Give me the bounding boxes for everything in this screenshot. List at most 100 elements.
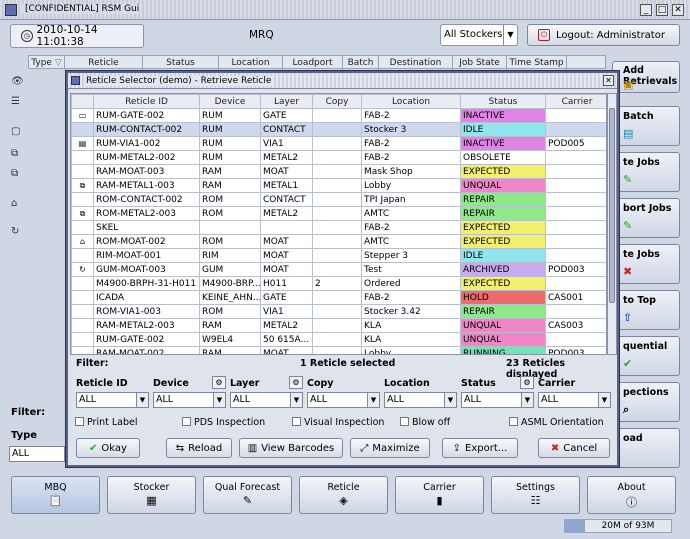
- duplicate-icon[interactable]: ⧉: [11, 168, 18, 179]
- dialog-close-icon[interactable]: ✕: [603, 75, 614, 86]
- nav-carrier-button[interactable]: Carrier ▮: [395, 476, 484, 514]
- maximize-button[interactable]: ⤢ Maximize: [350, 438, 430, 458]
- table-row[interactable]: ROM-CONTACT-002 ROM CONTACT TPI Japan REPAIR: [71, 192, 606, 207]
- nav-reticle-button[interactable]: Reticle ◈: [299, 476, 388, 514]
- reticle-id-cell: RUM-VIA1-002: [93, 136, 200, 151]
- refresh-icon[interactable]: ↻: [11, 226, 19, 237]
- status-filter-value: ALL: [464, 394, 482, 405]
- carrier-cell: [545, 234, 606, 249]
- table-row[interactable]: ⧉ ROM-METAL2-003 ROM METAL2 AMTC REPAIR: [71, 206, 606, 221]
- location-filter-select[interactable]: ALL ▼: [384, 392, 457, 408]
- col-carrier[interactable]: Carrier: [545, 94, 606, 109]
- bg-col-location[interactable]: Location: [219, 56, 283, 70]
- reticle-id-filter-select[interactable]: ALL ▼: [76, 392, 149, 408]
- carrier-filter-select[interactable]: ALL ▼: [538, 392, 611, 408]
- layer-filter-select[interactable]: ALL ▼: [230, 392, 303, 408]
- table-row[interactable]: RIM-MOAT-001 RIM MOAT Stepper 3 IDLE: [71, 248, 606, 263]
- bg-col-reticle[interactable]: Reticle: [65, 56, 143, 70]
- reticle-id-cell: RUM-GATE-002: [93, 332, 200, 347]
- bg-col-destination[interactable]: Destination: [379, 56, 453, 70]
- batch-button[interactable]: Batch ▤: [612, 106, 680, 146]
- bg-col-status[interactable]: Status: [143, 56, 219, 70]
- blow-off-checkbox[interactable]: Blow off: [400, 417, 450, 428]
- copy-cell: [312, 332, 362, 347]
- minimize-icon[interactable]: _: [640, 4, 652, 16]
- layer-filter-options-icon[interactable]: ⚙: [289, 376, 303, 389]
- maximize-icon[interactable]: □: [656, 4, 668, 16]
- stocker-filter-select[interactable]: All Stockers ▼: [440, 24, 518, 46]
- table-row[interactable]: ▭ RUM-GATE-002 RUM GATE FAB-2 INACTIVE: [71, 108, 606, 123]
- bg-col-type[interactable]: Type ▽: [29, 56, 65, 70]
- visual-inspection-checkbox[interactable]: Visual Inspection: [292, 417, 384, 428]
- eye-icon[interactable]: 👁: [11, 76, 24, 87]
- blank-icon[interactable]: ▢: [11, 126, 20, 137]
- abort-jobs-button[interactable]: bort Jobs ✎: [612, 198, 680, 238]
- nav-about-button[interactable]: About ⓘ: [587, 476, 676, 514]
- move-to-top-button[interactable]: to Top ⇧: [612, 290, 680, 330]
- device-filter-select[interactable]: ALL ▼: [153, 392, 226, 408]
- status-cell: OBSOLETE: [460, 150, 546, 165]
- cancel-button[interactable]: ✖ Cancel: [538, 438, 610, 458]
- list-icon[interactable]: ☰: [11, 96, 20, 107]
- device-filter-options-icon[interactable]: ⚙: [212, 376, 226, 389]
- scrollbar-thumb[interactable]: [609, 108, 615, 303]
- nav-settings-button[interactable]: Settings ☷: [491, 476, 580, 514]
- table-row[interactable]: SKEL FAB-2 EXPECTED: [71, 220, 606, 235]
- print-label-checkbox[interactable]: Print Label: [75, 417, 138, 428]
- close-icon[interactable]: ✕: [672, 4, 684, 16]
- logout-button[interactable]: ⏻ Logout: Administrator: [527, 24, 680, 46]
- okay-button[interactable]: ✔ Okay: [76, 438, 140, 458]
- table-row[interactable]: RAM-MOAT-002 RAM MOAT Lobby RUNNING POD003: [71, 346, 606, 354]
- status-filter-select[interactable]: ALL ▼: [461, 392, 534, 408]
- col-status[interactable]: Status: [460, 94, 546, 109]
- table-row[interactable]: ▤ RUM-VIA1-002 RUM VIA1 FAB-2 INACTIVE POD005: [71, 136, 606, 151]
- table-row[interactable]: RAM-MOAT-003 RAM MOAT Mask Shop EXPECTED: [71, 164, 606, 179]
- nav-qual-forecast-button[interactable]: Qual Forecast ✎: [203, 476, 292, 514]
- nav-stocker-button[interactable]: Stocker ▦: [107, 476, 196, 514]
- col-device[interactable]: Device: [199, 94, 261, 109]
- reload-button[interactable]: ⇆ Reload: [166, 438, 232, 458]
- inspections-button[interactable]: pections ⌕: [612, 382, 680, 422]
- table-scrollbar[interactable]: [607, 93, 617, 355]
- layer-cell: VIA1: [260, 304, 313, 319]
- stocker-small-icon[interactable]: ⌂: [11, 198, 17, 209]
- copy-filter-select[interactable]: ALL ▼: [307, 392, 380, 408]
- export-button[interactable]: ⇪ Export...: [442, 438, 518, 458]
- table-row[interactable]: RUM-METAL2-002 RUM METAL2 FAB-2 OBSOLETE: [71, 150, 606, 165]
- mode-label: MRQ: [249, 29, 274, 41]
- table-row[interactable]: ⧉ RAM-METAL1-003 RAM METAL1 Lobby UNQUAL: [71, 178, 606, 193]
- col-layer[interactable]: Layer: [260, 94, 313, 109]
- table-row[interactable]: ⌂ ROM-MOAT-002 ROM MOAT AMTC EXPECTED: [71, 234, 606, 249]
- pds-inspection-checkbox[interactable]: PDS Inspection: [182, 417, 265, 428]
- row-type-icon: ▭: [71, 108, 94, 123]
- table-row[interactable]: ↻ GUM-MOAT-003 GUM MOAT Test ARCHIVED POD003: [71, 262, 606, 277]
- col-location[interactable]: Location: [361, 94, 461, 109]
- bg-col-job-state[interactable]: Job State: [453, 56, 507, 70]
- bg-col-time-stamp[interactable]: Time Stamp: [507, 56, 567, 70]
- chevron-down-icon: ▼: [444, 393, 456, 407]
- copy-icon[interactable]: ⧉: [11, 148, 18, 159]
- bg-type-select[interactable]: ALL: [9, 446, 65, 462]
- status-filter-options-icon[interactable]: ⚙: [520, 376, 534, 389]
- sequential-button[interactable]: quential ✔: [612, 336, 680, 376]
- asml-orientation-checkbox[interactable]: ASML Orientation: [509, 417, 604, 428]
- table-row[interactable]: M4900-BRPH-31-H011 M4900-BRP... H011 2 Order…: [71, 276, 606, 291]
- reticle-id-cell: ROM-METAL2-003: [93, 206, 200, 221]
- bg-col-loadport[interactable]: Loadport: [283, 56, 343, 70]
- nav-mbq-button[interactable]: MBQ 📋: [11, 476, 100, 514]
- device-cell: RUM: [199, 108, 261, 123]
- row-icon: [71, 276, 94, 291]
- col-reticle-id[interactable]: Reticle ID: [93, 94, 200, 109]
- table-row[interactable]: RUM-CONTACT-002 RUM CONTACT Stocker 3 IDLE: [71, 122, 606, 137]
- table-row[interactable]: RAM-METAL2-003 RAM METAL2 KLA UNQUAL CAS003: [71, 318, 606, 333]
- table-row[interactable]: ROM-VIA1-003 ROM VIA1 Stocker 3.42 REPAIR: [71, 304, 606, 319]
- delete-jobs-button[interactable]: te Jobs ✖: [612, 244, 680, 284]
- view-barcodes-button[interactable]: ▥ View Barcodes: [239, 438, 343, 458]
- bg-col-batch[interactable]: Batch: [343, 56, 379, 70]
- add-retrievals-button[interactable]: Add Retrievals ▣: [612, 61, 680, 93]
- reload-jobs-button[interactable]: oad: [612, 428, 680, 468]
- table-row[interactable]: RUM-GATE-002 W9EL4 50 615A... KLA UNQUAL: [71, 332, 606, 347]
- create-jobs-button[interactable]: te Jobs ✎: [612, 152, 680, 192]
- col-copy[interactable]: Copy: [312, 94, 362, 109]
- table-row[interactable]: ICADA KEINE_AHN... GATE FAB-2 HOLD CAS001: [71, 290, 606, 305]
